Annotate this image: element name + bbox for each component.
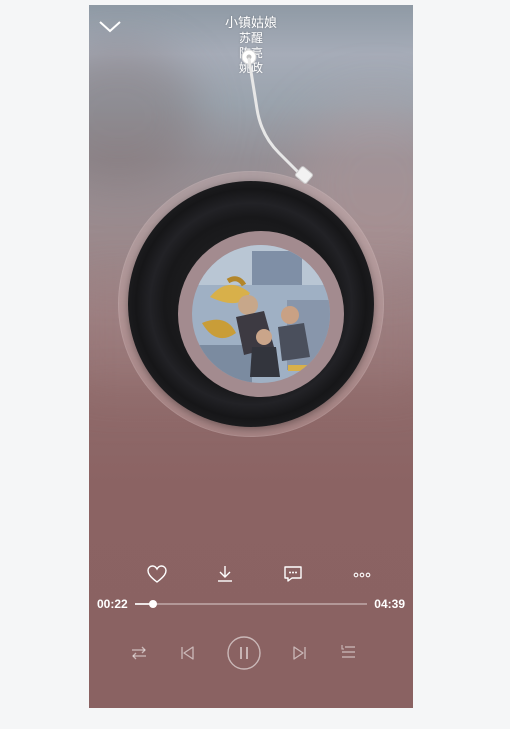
previous-icon <box>181 646 194 660</box>
progress-bar[interactable] <box>135 600 367 608</box>
vinyl-label <box>178 231 344 397</box>
next-button[interactable] <box>290 643 310 668</box>
previous-button[interactable] <box>177 643 197 668</box>
repeat-icon <box>132 646 146 660</box>
total-time: 04:39 <box>374 597 405 611</box>
next-icon <box>293 646 306 660</box>
comment-button[interactable] <box>281 563 305 585</box>
player-screen: 小镇姑娘 苏醒 陈亮 姚政 <box>89 5 413 708</box>
album-cover <box>192 245 330 383</box>
playback-controls <box>89 635 413 671</box>
more-icon <box>353 572 371 578</box>
comment-icon <box>284 566 302 582</box>
more-button[interactable] <box>350 563 374 585</box>
playlist-button[interactable] <box>339 643 359 668</box>
action-row <box>89 563 413 585</box>
play-pause-button[interactable] <box>226 635 262 676</box>
download-button[interactable] <box>213 563 237 585</box>
vinyl-record <box>118 171 384 437</box>
vinyl-disc <box>128 181 374 427</box>
heart-icon <box>147 565 167 583</box>
download-icon <box>218 566 232 582</box>
play-mode-button[interactable] <box>129 643 149 668</box>
like-button[interactable] <box>145 563 169 585</box>
tonearm <box>241 49 313 184</box>
pause-icon <box>227 636 261 670</box>
song-title: 小镇姑娘 <box>224 15 277 30</box>
playlist-icon <box>341 645 355 658</box>
progress-knob[interactable] <box>149 600 158 608</box>
current-time: 00:22 <box>97 597 128 611</box>
